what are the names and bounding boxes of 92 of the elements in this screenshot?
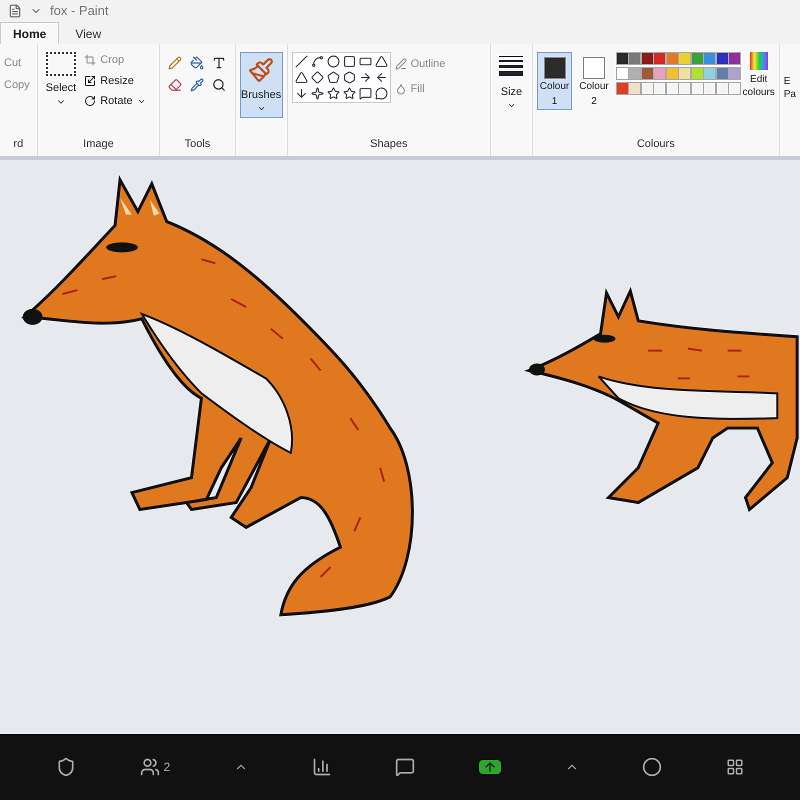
palette-swatch[interactable] <box>703 67 716 80</box>
palette-swatch[interactable] <box>653 52 666 65</box>
ribbon-tab[interactable]: Home <box>0 22 60 44</box>
color-picker-icon[interactable] <box>190 78 204 92</box>
ribbon-tab[interactable]: View <box>59 24 118 44</box>
rotate-button[interactable]: Rotate <box>84 93 146 110</box>
cut-off-label: E <box>784 76 792 88</box>
brush-icon <box>248 57 274 83</box>
group-label: Colours <box>636 136 676 152</box>
curve-icon[interactable] <box>310 55 324 68</box>
palette-swatch[interactable] <box>678 67 692 80</box>
share-screen-icon[interactable] <box>478 760 501 774</box>
four-point-star-icon[interactable] <box>310 87 324 100</box>
palette-swatch[interactable] <box>666 67 679 80</box>
select-button[interactable]: Select <box>46 52 76 110</box>
rotate-icon <box>84 95 96 108</box>
palette-swatch[interactable] <box>653 82 666 95</box>
group-label: Shapes <box>369 136 408 152</box>
brushes-button[interactable]: Brushes <box>240 52 283 118</box>
palette-swatch[interactable] <box>716 82 729 95</box>
palette-swatch[interactable] <box>716 67 729 80</box>
palette-swatch[interactable] <box>653 67 666 80</box>
palette-swatch[interactable] <box>640 82 654 95</box>
down-arrow-icon[interactable] <box>294 87 308 100</box>
palette-swatch[interactable] <box>728 52 742 65</box>
selection-icon <box>46 52 76 76</box>
line-icon[interactable] <box>294 55 308 68</box>
pencil-icon[interactable] <box>168 56 182 70</box>
fill-bucket-icon[interactable] <box>190 56 204 70</box>
palette-swatch[interactable] <box>640 52 654 65</box>
speech-bubble-icon[interactable] <box>358 87 372 100</box>
eraser-icon[interactable] <box>168 78 182 92</box>
palette-swatch[interactable] <box>628 67 642 80</box>
group-label: rd <box>12 136 24 152</box>
rainbow-icon <box>750 52 768 70</box>
line-width-icon <box>499 56 524 76</box>
palette-swatch[interactable] <box>616 67 629 80</box>
cut-off-label: Pa <box>784 88 796 101</box>
oval-icon[interactable] <box>326 55 340 68</box>
fill-icon <box>394 82 407 95</box>
palette-swatch[interactable] <box>716 52 729 65</box>
palette-swatch[interactable] <box>703 52 716 65</box>
star-icon[interactable] <box>326 87 340 100</box>
right-arrow-icon[interactable] <box>358 71 372 84</box>
palette-swatch[interactable] <box>728 82 742 95</box>
palette-swatch[interactable] <box>690 52 704 65</box>
colour-selector-button[interactable]: Colour 2 <box>576 52 612 110</box>
palette-swatch[interactable] <box>728 67 742 80</box>
participants-button[interactable]: 2 <box>140 757 170 777</box>
chat-icon[interactable] <box>395 757 416 777</box>
left-arrow-icon[interactable] <box>374 71 388 84</box>
palette-swatch[interactable] <box>678 82 692 95</box>
edit-colours-button[interactable]: Edit colours <box>742 52 775 99</box>
outline-icon <box>394 58 407 70</box>
polygon-icon[interactable] <box>374 55 388 68</box>
group-label: Image <box>82 136 115 152</box>
group-label: Tools <box>184 136 212 152</box>
new-file-icon[interactable] <box>8 4 22 18</box>
palette-swatch[interactable] <box>628 82 642 95</box>
rectangle-icon[interactable] <box>342 55 356 68</box>
diamond-icon[interactable] <box>310 71 324 84</box>
round-speech-bubble-icon[interactable] <box>374 87 388 100</box>
crop-icon <box>84 54 96 66</box>
colour-swatch <box>582 57 605 79</box>
window-title: fox - Paint <box>50 2 109 20</box>
size-button[interactable]: Size <box>499 56 524 110</box>
security-icon[interactable] <box>56 757 76 777</box>
colour-selector-button[interactable]: Colour 1 <box>536 52 572 110</box>
colour-swatch <box>544 57 566 79</box>
palette-swatch[interactable] <box>690 82 704 95</box>
palette-swatch[interactable] <box>666 52 679 65</box>
bar-chart-icon[interactable] <box>312 757 332 777</box>
magnifier-icon[interactable] <box>212 78 226 92</box>
six-point-star-icon[interactable] <box>342 87 356 100</box>
palette-swatch[interactable] <box>640 67 654 80</box>
triangle-icon[interactable] <box>294 71 308 84</box>
palette-swatch[interactable] <box>616 82 629 95</box>
pentagon-icon[interactable] <box>326 71 340 84</box>
palette-swatch[interactable] <box>703 82 716 95</box>
hexagon-icon[interactable] <box>342 71 356 84</box>
palette-swatch[interactable] <box>628 52 642 65</box>
resize-icon <box>84 74 96 87</box>
palette-swatch[interactable] <box>690 67 704 80</box>
palette-swatch[interactable] <box>678 52 692 65</box>
grid-icon[interactable] <box>726 758 744 776</box>
rounded-rectangle-icon[interactable] <box>358 55 372 68</box>
resize-button[interactable]: Resize <box>84 72 146 89</box>
palette-swatch[interactable] <box>616 52 629 65</box>
record-icon[interactable] <box>642 757 662 777</box>
palette-swatch[interactable] <box>666 82 679 95</box>
text-icon[interactable] <box>212 56 226 70</box>
people-icon <box>140 757 160 777</box>
